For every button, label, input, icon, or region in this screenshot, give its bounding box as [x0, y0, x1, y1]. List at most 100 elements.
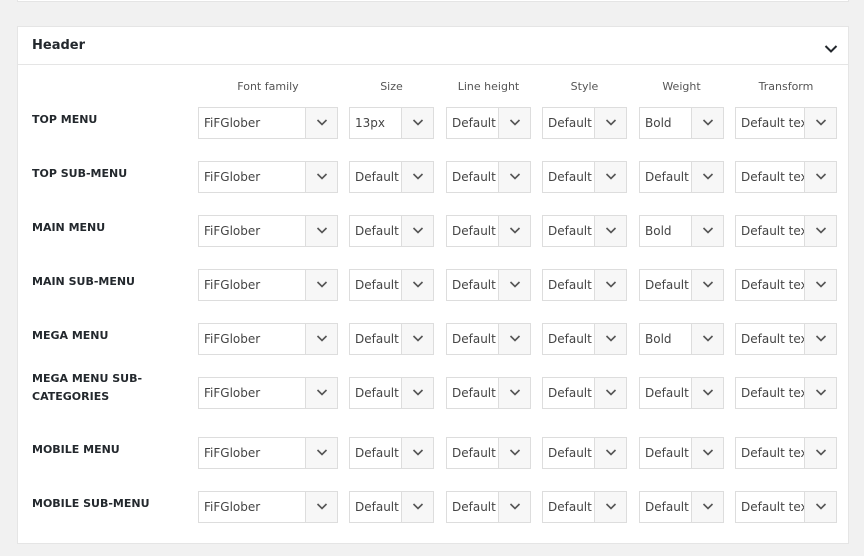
size-select[interactable]: Default [349, 437, 434, 469]
font-family-select[interactable]: FiFGlober [198, 323, 338, 355]
line-height-select[interactable]: Default [446, 377, 531, 409]
font-family-select[interactable]: FiFGlober [198, 107, 338, 139]
transform-select[interactable]: Default tex [735, 161, 837, 193]
dropdown-arrow-button[interactable] [804, 216, 836, 246]
dropdown-arrow-button[interactable] [691, 492, 723, 522]
dropdown-arrow-button[interactable] [691, 162, 723, 192]
line-height-select[interactable]: Default [446, 437, 531, 469]
dropdown-arrow-button[interactable] [401, 216, 433, 246]
font-family-select[interactable]: FiFGlober [198, 215, 338, 247]
dropdown-arrow-button[interactable] [804, 162, 836, 192]
dropdown-arrow-button[interactable] [594, 270, 626, 300]
size-select[interactable]: Default [349, 269, 434, 301]
dropdown-arrow-button[interactable] [498, 162, 530, 192]
dropdown-arrow-button[interactable] [691, 378, 723, 408]
style-select[interactable]: Default [542, 215, 627, 247]
dropdown-arrow-button[interactable] [401, 162, 433, 192]
weight-select[interactable]: Bold [639, 323, 724, 355]
transform-select[interactable]: Default tex [735, 323, 837, 355]
transform-select[interactable]: Default tex [735, 377, 837, 409]
style-select[interactable]: Default [542, 161, 627, 193]
transform-select[interactable]: Default tex [735, 107, 837, 139]
font-family-select[interactable]: FiFGlober [198, 161, 338, 193]
weight-select[interactable]: Bold [639, 107, 724, 139]
size-select[interactable]: Default [349, 491, 434, 523]
dropdown-arrow-button[interactable] [401, 492, 433, 522]
size-select[interactable]: Default [349, 161, 434, 193]
dropdown-arrow-button[interactable] [305, 378, 337, 408]
dropdown-arrow-button[interactable] [691, 438, 723, 468]
chevron-down-icon[interactable] [824, 39, 840, 53]
dropdown-arrow-button[interactable] [804, 378, 836, 408]
dropdown-arrow-button[interactable] [804, 324, 836, 354]
transform-select[interactable]: Default tex [735, 437, 837, 469]
dropdown-arrow-button[interactable] [594, 324, 626, 354]
style-select[interactable]: Default [542, 491, 627, 523]
dropdown-arrow-button[interactable] [804, 108, 836, 138]
size-select[interactable]: Default [349, 215, 434, 247]
dropdown-arrow-button[interactable] [305, 162, 337, 192]
dropdown-arrow-button[interactable] [804, 438, 836, 468]
weight-select[interactable]: Default [639, 437, 724, 469]
font-family-select[interactable]: FiFGlober [198, 269, 338, 301]
dropdown-arrow-button[interactable] [594, 438, 626, 468]
dropdown-arrow-button[interactable] [498, 492, 530, 522]
dropdown-arrow-button[interactable] [594, 492, 626, 522]
line-height-select[interactable]: Default [446, 215, 531, 247]
dropdown-arrow-button[interactable] [498, 438, 530, 468]
dropdown-arrow-button[interactable] [691, 270, 723, 300]
weight-select[interactable]: Bold [639, 215, 724, 247]
weight-select[interactable]: Default [639, 269, 724, 301]
dropdown-arrow-button[interactable] [305, 438, 337, 468]
transform-select[interactable]: Default tex [735, 491, 837, 523]
dropdown-arrow-button[interactable] [305, 216, 337, 246]
line-height-select[interactable]: Default [446, 107, 531, 139]
font-family-select[interactable]: FiFGlober [198, 377, 338, 409]
dropdown-arrow-button[interactable] [401, 378, 433, 408]
style-select[interactable]: Default [542, 377, 627, 409]
dropdown-arrow-button[interactable] [594, 216, 626, 246]
dropdown-arrow-button[interactable] [594, 378, 626, 408]
dropdown-arrow-button[interactable] [498, 378, 530, 408]
dropdown-arrow-button[interactable] [305, 270, 337, 300]
dropdown-arrow-button[interactable] [691, 108, 723, 138]
line-height-select[interactable]: Default [446, 323, 531, 355]
transform-select[interactable]: Default tex [735, 269, 837, 301]
line-height-select[interactable]: Default [446, 269, 531, 301]
dropdown-arrow-button[interactable] [594, 108, 626, 138]
line-height-select[interactable]: Default [446, 491, 531, 523]
dropdown-arrow-button[interactable] [305, 108, 337, 138]
font-family-select[interactable]: FiFGlober [198, 491, 338, 523]
size-select[interactable]: Default [349, 377, 434, 409]
size-select[interactable]: Default [349, 323, 434, 355]
line-height-select[interactable]: Default [446, 161, 531, 193]
style-select[interactable]: Default [542, 107, 627, 139]
dropdown-arrow-button[interactable] [305, 324, 337, 354]
dropdown-arrow-button[interactable] [691, 324, 723, 354]
dropdown-arrow-button[interactable] [305, 492, 337, 522]
dropdown-arrow-button[interactable] [401, 438, 433, 468]
weight-select[interactable]: Default [639, 161, 724, 193]
dropdown-arrow-button[interactable] [401, 324, 433, 354]
dropdown-arrow-button[interactable] [804, 270, 836, 300]
weight-select[interactable]: Default [639, 491, 724, 523]
chevron-down-icon [815, 503, 827, 510]
transform-select[interactable]: Default tex [735, 215, 837, 247]
dropdown-arrow-button[interactable] [401, 270, 433, 300]
style-select[interactable]: Default [542, 269, 627, 301]
dropdown-arrow-button[interactable] [498, 270, 530, 300]
size-select[interactable]: 13px [349, 107, 434, 139]
dropdown-arrow-button[interactable] [594, 162, 626, 192]
dropdown-arrow-button[interactable] [498, 216, 530, 246]
dropdown-arrow-button[interactable] [498, 324, 530, 354]
row-label-line: MOBILE MENU [32, 443, 120, 456]
dropdown-arrow-button[interactable] [804, 492, 836, 522]
dropdown-arrow-button[interactable] [401, 108, 433, 138]
dropdown-arrow-button[interactable] [498, 108, 530, 138]
font-family-select[interactable]: FiFGlober [198, 437, 338, 469]
dropdown-arrow-button[interactable] [691, 216, 723, 246]
weight-select[interactable]: Default [639, 377, 724, 409]
style-select[interactable]: Default [542, 437, 627, 469]
style-select[interactable]: Default [542, 323, 627, 355]
panel-header[interactable]: Header [18, 27, 848, 65]
